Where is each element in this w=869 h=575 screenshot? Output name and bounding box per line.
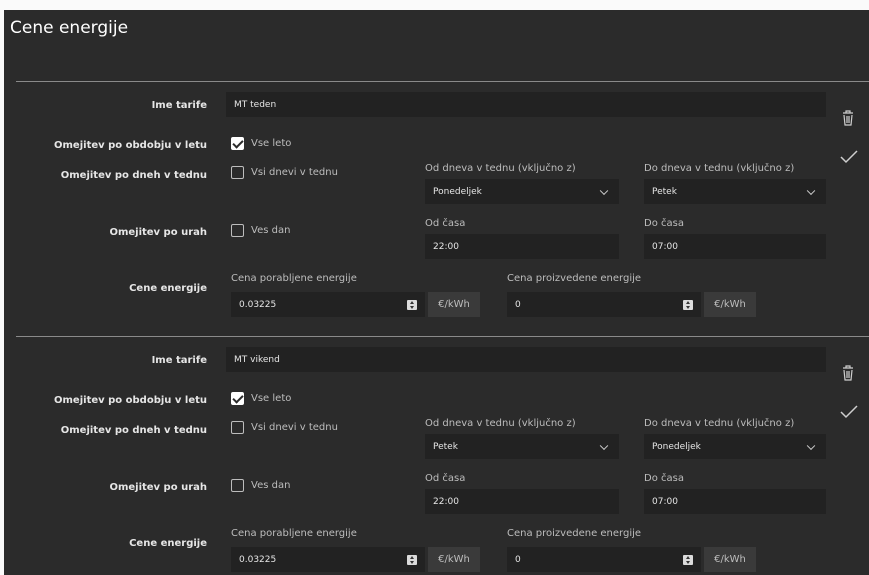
all-year-checkbox[interactable] (231, 392, 244, 405)
consumed-unit-badge: €/kWh (428, 292, 480, 317)
from-day-value: Petek (433, 441, 458, 452)
all-week-checkbox[interactable] (231, 166, 244, 179)
from-time-caption: Od časa (425, 218, 466, 229)
energy-prices-label: Cene energije (129, 538, 207, 549)
all-day-checkbox[interactable] (231, 479, 244, 492)
chevron-down-icon (599, 186, 609, 195)
spinner-icon[interactable] (683, 554, 693, 565)
energy-prices-label: Cene energije (129, 283, 207, 294)
from-day-select[interactable]: Ponedeljek (425, 179, 619, 204)
to-time-input[interactable]: 07:00 (644, 489, 826, 514)
to-time-input[interactable]: 07:00 (644, 234, 826, 259)
from-day-caption: Od dneva v tednu (vključno z) (425, 418, 576, 429)
trash-icon[interactable] (842, 365, 854, 381)
divider (16, 81, 869, 82)
produced-price-input[interactable]: 0 (507, 292, 701, 317)
tariff-name-label: Ime tarife (151, 355, 207, 366)
all-year-checkbox[interactable] (231, 137, 244, 150)
from-day-select[interactable]: Petek (425, 434, 619, 459)
days-limit-label: Omejitev po dneh v tednu (60, 170, 207, 181)
consumed-unit-badge: €/kWh (428, 547, 480, 572)
all-week-label: Vsi dnevi v tednu (251, 167, 338, 178)
to-day-value: Petek (652, 186, 677, 197)
trash-icon[interactable] (842, 110, 854, 126)
all-week-label: Vsi dnevi v tednu (251, 422, 338, 433)
all-week-checkbox[interactable] (231, 421, 244, 434)
period-limit-label: Omejitev po obdobju v letu (54, 140, 207, 151)
all-day-label: Ves dan (251, 480, 291, 491)
consumed-price-caption: Cena porabljene energije (231, 273, 357, 284)
hours-limit-label: Omejitev po urah (109, 482, 207, 493)
check-icon[interactable] (840, 150, 858, 164)
from-time-input[interactable]: 22:00 (425, 234, 619, 259)
consumed-price-input[interactable]: 0.03225 (231, 547, 425, 572)
divider (16, 336, 869, 337)
all-year-label: Vse leto (251, 138, 292, 149)
tariff-block: Ime tarife MT vikend Omejitev po obdobju… (4, 341, 869, 575)
tariff-block: Ime tarife MT teden Omejitev po obdobju … (4, 86, 869, 336)
produced-price-caption: Cena proizvedene energije (507, 528, 642, 539)
to-day-caption: Do dneva v tednu (vključno z) (644, 163, 795, 174)
period-limit-label: Omejitev po obdobju v letu (54, 395, 207, 406)
check-icon[interactable] (840, 405, 858, 419)
tariff-name-input[interactable]: MT teden (226, 92, 826, 117)
produced-price-value: 0 (515, 299, 521, 310)
to-day-caption: Do dneva v tednu (vključno z) (644, 418, 795, 429)
to-day-value: Ponedeljek (652, 441, 701, 452)
energy-prices-panel: Cene energije Ime tarife MT teden Omejit… (4, 10, 869, 575)
from-time-input[interactable]: 22:00 (425, 489, 619, 514)
chevron-down-icon (806, 186, 816, 195)
to-day-select[interactable]: Petek (644, 179, 826, 204)
days-limit-label: Omejitev po dneh v tednu (60, 425, 207, 436)
consumed-price-value: 0.03225 (239, 299, 277, 310)
spinner-icon[interactable] (683, 299, 693, 310)
produced-price-input[interactable]: 0 (507, 547, 701, 572)
hours-limit-label: Omejitev po urah (109, 227, 207, 238)
page-title: Cene energije (10, 18, 129, 38)
all-day-checkbox[interactable] (231, 224, 244, 237)
consumed-price-input[interactable]: 0.03225 (231, 292, 425, 317)
to-time-caption: Do časa (644, 218, 684, 229)
app-frame: Cene energije Ime tarife MT teden Omejit… (0, 0, 869, 575)
tariff-name-input[interactable]: MT vikend (226, 347, 826, 372)
chevron-down-icon (599, 441, 609, 450)
spinner-icon[interactable] (407, 554, 417, 565)
produced-unit-badge: €/kWh (704, 292, 756, 317)
consumed-price-caption: Cena porabljene energije (231, 528, 357, 539)
produced-price-value: 0 (515, 554, 521, 565)
all-day-label: Ves dan (251, 225, 291, 236)
produced-price-caption: Cena proizvedene energije (507, 273, 642, 284)
consumed-price-value: 0.03225 (239, 554, 277, 565)
from-day-value: Ponedeljek (433, 186, 482, 197)
spinner-icon[interactable] (407, 299, 417, 310)
to-time-caption: Do časa (644, 473, 684, 484)
from-day-caption: Od dneva v tednu (vključno z) (425, 163, 576, 174)
produced-unit-badge: €/kWh (704, 547, 756, 572)
from-time-caption: Od časa (425, 473, 466, 484)
chevron-down-icon (806, 441, 816, 450)
tariff-name-label: Ime tarife (151, 100, 207, 111)
all-year-label: Vse leto (251, 393, 292, 404)
to-day-select[interactable]: Ponedeljek (644, 434, 826, 459)
